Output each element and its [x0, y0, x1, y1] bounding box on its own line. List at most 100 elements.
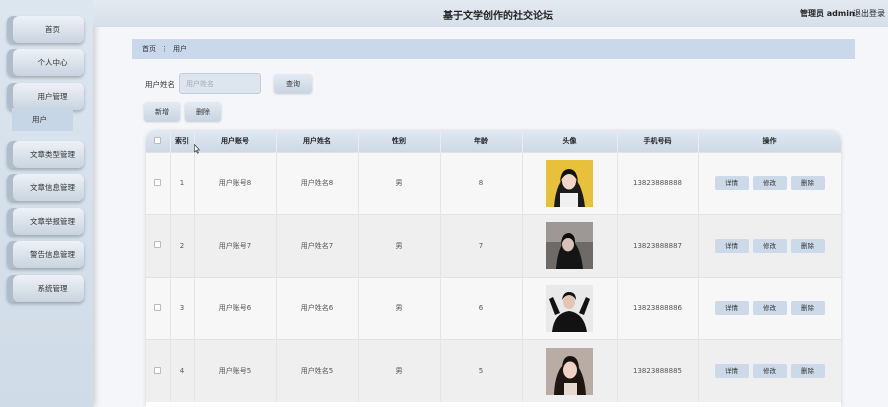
delete-button[interactable]: 删除: [790, 238, 825, 253]
delete-button[interactable]: 删除: [790, 176, 825, 191]
sidebar-subitem-label: 用户: [32, 115, 47, 124]
column-header-phone: 手机号码: [617, 131, 699, 152]
cell-avatar: [522, 276, 618, 340]
sidebar-item-article-report-management[interactable]: 文章举报管理: [7, 208, 84, 235]
cell-avatar: [522, 339, 618, 402]
site-title: 基于文学创作的社交论坛: [443, 11, 553, 22]
cell-avatar: [522, 214, 618, 277]
sidebar-item-label: 文章举报管理: [30, 217, 75, 226]
sidebar-item-label: 警告信息管理: [30, 250, 75, 259]
sidebar-item-label: 首页: [45, 25, 60, 34]
cell-age: 5: [440, 339, 523, 402]
cell-age: 6: [440, 276, 523, 340]
cell-avatar: [522, 151, 618, 215]
select-all-checkbox[interactable]: [146, 131, 171, 152]
avatar-image: [546, 222, 593, 270]
sidebar-item-system-management[interactable]: 系统管理: [7, 275, 84, 302]
sidebar: 首页 个人中心 用户管理 用户 文章类型管理 文章信息管理 文章举报管理 警告信…: [0, 0, 93, 407]
sidebar-item-label: 用户管理: [37, 92, 68, 101]
edit-button[interactable]: 修改: [752, 364, 787, 378]
column-header-account: 用户账号: [194, 131, 277, 152]
avatar-image: [546, 284, 593, 332]
sidebar-item-article-info-management[interactable]: 文章信息管理: [7, 174, 84, 201]
cell-account: 用户账号6: [194, 276, 277, 340]
cell-age: 7: [440, 214, 523, 277]
sidebar-item-warning-management[interactable]: 警告信息管理: [7, 241, 84, 268]
user-table: 索引 用户账号 用户姓名 性别 年龄 头像 手机号码 操作 1 用户账号8 用户…: [146, 131, 841, 407]
breadcrumb-separator-icon: ⋮: [161, 45, 168, 53]
cell-actions: 详情 修改 删除: [698, 276, 841, 340]
cell-name: 用户姓名7: [276, 214, 359, 277]
search-label: 用户姓名: [145, 80, 175, 89]
sidebar-item-user-management[interactable]: 用户管理: [7, 83, 84, 110]
table-row: 1 用户账号8 用户姓名8 男 8 13823888888 详情 修改 删除: [146, 151, 841, 215]
cell-name: 用户姓名8: [276, 151, 359, 215]
cell-phone: 13823888886: [617, 276, 699, 340]
row-checkbox[interactable]: [146, 339, 171, 402]
sidebar-item-label: 文章信息管理: [30, 183, 75, 192]
cell-gender: 男: [358, 214, 441, 277]
detail-button[interactable]: 详情: [714, 176, 749, 191]
top-header: 基于文学创作的社交论坛 管理员 admin 退出登录: [93, 0, 888, 27]
batch-delete-button[interactable]: 删除: [185, 102, 221, 121]
row-checkbox[interactable]: [146, 151, 171, 215]
row-checkbox[interactable]: [146, 276, 171, 340]
table-row: 2 用户账号7 用户姓名7 男 7 13823888887 详情 修改 删除: [146, 214, 841, 277]
sidebar-item-label: 个人中心: [37, 58, 68, 67]
edit-button[interactable]: 修改: [752, 238, 787, 253]
query-button[interactable]: 查询: [274, 74, 312, 93]
sidebar-item-home[interactable]: 首页: [7, 16, 84, 43]
sidebar-subitem-user[interactable]: 用户: [12, 108, 73, 131]
breadcrumb-current: 用户: [173, 45, 187, 53]
cell-name: 用户姓名6: [276, 276, 359, 340]
sidebar-item-personal-center[interactable]: 个人中心: [7, 49, 84, 76]
admin-username: 管理员 admin: [800, 9, 855, 18]
cell-gender: 男: [358, 151, 441, 215]
cell-age: 8: [440, 151, 523, 215]
cell-account: 用户账号5: [194, 339, 277, 402]
cell-gender: 男: [358, 339, 441, 402]
delete-button[interactable]: 删除: [790, 364, 825, 378]
cell-actions: 详情 修改 删除: [698, 339, 841, 402]
column-header-avatar: 头像: [522, 131, 618, 152]
delete-button[interactable]: 删除: [790, 301, 825, 316]
mouse-cursor-icon: [194, 144, 200, 154]
cell-phone: 13823888888: [617, 151, 699, 215]
sidebar-item-label: 系统管理: [37, 284, 68, 293]
cell-index: 2: [170, 214, 195, 277]
table-row: 3 用户账号6 用户姓名6 男 6 13823888886 详情 修改 删除: [146, 276, 841, 340]
column-header-actions: 操作: [698, 131, 841, 152]
cell-index: 3: [170, 276, 195, 340]
cell-account: 用户账号8: [194, 151, 277, 215]
row-checkbox[interactable]: [146, 214, 171, 277]
logout-link[interactable]: 退出登录: [853, 8, 885, 19]
detail-button[interactable]: 详情: [714, 238, 749, 253]
sidebar-item-label: 文章类型管理: [30, 150, 75, 159]
table-row: 4 用户账号5 用户姓名5 男 5 13823888885 详情 修改 删除: [146, 339, 841, 402]
add-button[interactable]: 新增: [144, 102, 180, 121]
breadcrumb-home[interactable]: 首页: [142, 44, 156, 54]
cell-index: 1: [170, 151, 195, 215]
cell-index: 4: [170, 339, 195, 402]
cell-actions: 详情 修改 删除: [698, 214, 841, 277]
avatar-image: [546, 347, 593, 395]
cell-phone: 13823888887: [617, 214, 699, 277]
cell-phone: 13823888885: [617, 339, 699, 402]
detail-button[interactable]: 详情: [714, 364, 749, 378]
breadcrumb: 首页 ⋮ 用户: [132, 39, 855, 59]
cell-name: 用户姓名5: [276, 339, 359, 402]
column-header-gender: 性别: [358, 131, 441, 152]
edit-button[interactable]: 修改: [752, 301, 787, 316]
column-header-name: 用户姓名: [276, 131, 359, 152]
detail-button[interactable]: 详情: [714, 301, 749, 316]
cell-account: 用户账号7: [194, 214, 277, 277]
column-header-index: 索引: [170, 131, 195, 152]
search-input[interactable]: [179, 73, 261, 94]
sidebar-item-article-type-management[interactable]: 文章类型管理: [7, 141, 84, 168]
table-header-row: 索引 用户账号 用户姓名 性别 年龄 头像 手机号码 操作: [146, 131, 841, 152]
avatar-image: [546, 159, 593, 207]
cell-gender: 男: [358, 276, 441, 340]
edit-button[interactable]: 修改: [752, 176, 787, 191]
cell-actions: 详情 修改 删除: [698, 151, 841, 215]
column-header-age: 年龄: [440, 131, 523, 152]
